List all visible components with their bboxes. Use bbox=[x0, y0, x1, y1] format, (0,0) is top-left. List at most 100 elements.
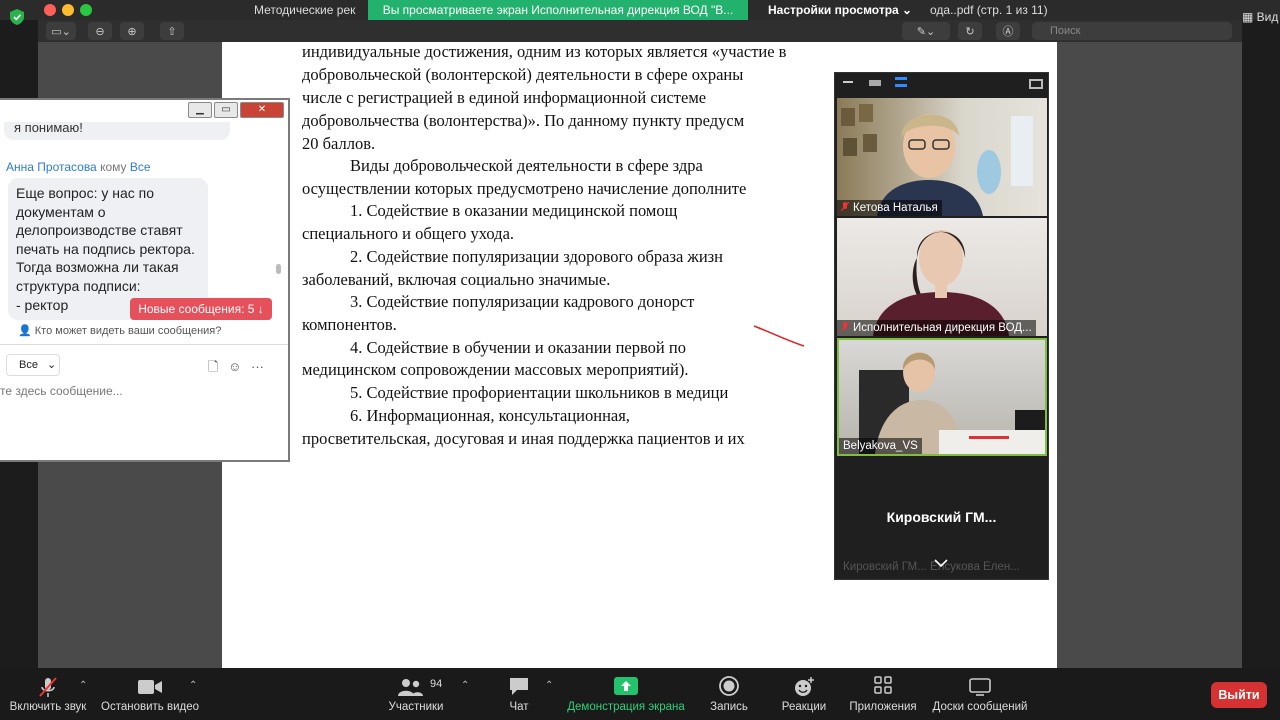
record-button[interactable]: Запись bbox=[706, 668, 752, 720]
participants-label: Участники bbox=[388, 701, 444, 713]
previous-message: я понимаю! bbox=[4, 122, 230, 140]
annotate-icon[interactable]: Ⓐ bbox=[996, 22, 1020, 40]
markup-pen-icon[interactable]: ✎⌄ bbox=[902, 22, 950, 40]
user-icon: 👤 bbox=[18, 325, 35, 337]
doc-line: числе с регистрацией в единой информацио… bbox=[302, 88, 707, 107]
participant-video bbox=[841, 104, 1033, 216]
participant-name: Belyakova_VS bbox=[843, 440, 918, 452]
video-panel: Кетова Наталья Исполнительная дирекция В… bbox=[834, 72, 1049, 580]
doc-line: 20 баллов. bbox=[302, 134, 376, 153]
share-screen-label: Демонстрация экрана bbox=[567, 701, 685, 713]
sidebar-toggle-icon[interactable]: ▭⌄ bbox=[46, 22, 76, 40]
search-input[interactable]: Поиск bbox=[1032, 22, 1232, 40]
participants-button[interactable]: Участники bbox=[384, 668, 448, 720]
chat-window-controls: ▁ ▭ ✕ bbox=[188, 102, 286, 120]
participants-icon bbox=[397, 679, 423, 696]
video-options-caret-icon[interactable]: ⌃ bbox=[189, 680, 197, 691]
doc-line: специального и общего ухода. bbox=[302, 224, 515, 243]
message-input[interactable]: те здесь сообщение... bbox=[0, 384, 123, 398]
doc-line: медицинском сопровождении массовых мероп… bbox=[302, 360, 689, 379]
mic-muted-icon bbox=[841, 202, 849, 212]
participant-name: Кетова Наталья bbox=[853, 202, 938, 214]
record-icon bbox=[719, 676, 739, 696]
sender-target[interactable]: Все bbox=[130, 160, 151, 174]
close-icon[interactable]: ✕ bbox=[240, 102, 284, 118]
doc-line: компонентов. bbox=[302, 315, 397, 334]
divider bbox=[0, 344, 288, 345]
chat-label: Чат bbox=[509, 701, 529, 713]
view-button[interactable]: ▦ Вид bbox=[1242, 10, 1278, 24]
share-doc-icon[interactable]: ⇧ bbox=[160, 22, 184, 40]
record-label: Запись bbox=[710, 701, 748, 713]
stop-video-button[interactable]: Остановить видео bbox=[100, 668, 200, 720]
recipient-select-value: Все bbox=[19, 359, 38, 371]
doc-line: Виды добровольческой деятельности в сфер… bbox=[350, 156, 703, 175]
single-view-icon[interactable] bbox=[869, 80, 881, 86]
chat-button[interactable]: Чат bbox=[500, 668, 538, 720]
emoji-icon[interactable]: ☺ bbox=[228, 359, 241, 374]
chat-window: ▁ ▭ ✕ я понимаю! Анна Протасова кому Все… bbox=[0, 98, 290, 462]
message-line: документам о bbox=[16, 203, 106, 220]
reactions-icon bbox=[795, 677, 814, 696]
video-tile[interactable]: Исполнительная дирекция ВОД... bbox=[837, 218, 1047, 336]
minimize-icon[interactable]: ▁ bbox=[188, 102, 212, 118]
share-screen-button[interactable]: Демонстрация экрана bbox=[566, 668, 686, 720]
annotation-stroke bbox=[753, 325, 805, 347]
meeting-controls-bar: Включить звук ⌃ Остановить видео ⌃ Участ… bbox=[0, 668, 1280, 720]
leave-meeting-button[interactable]: Выйти bbox=[1211, 682, 1267, 708]
close-window-icon[interactable] bbox=[44, 4, 56, 16]
expand-panel-icon[interactable] bbox=[1029, 79, 1043, 89]
view-options-button[interactable]: Настройки просмотра ⌄ bbox=[768, 0, 912, 20]
sender-name[interactable]: Анна Протасова bbox=[6, 160, 97, 174]
doc-line: 1. Содействие в оказании медицинской пом… bbox=[350, 201, 678, 220]
minimize-panel-icon[interactable] bbox=[843, 81, 853, 83]
participant-name: Исполнительная дирекция ВОД... bbox=[853, 322, 1032, 334]
new-messages-button[interactable]: Новые сообщения: 5 ↓ bbox=[130, 298, 272, 320]
minimize-window-icon[interactable] bbox=[62, 4, 74, 16]
message-line: печать на подпись ректора. bbox=[16, 240, 195, 257]
participant-label: Кетова Наталья bbox=[837, 200, 942, 216]
more-icon[interactable]: ··· bbox=[251, 359, 264, 374]
apps-icon bbox=[874, 676, 892, 694]
apps-button[interactable]: Приложения bbox=[848, 668, 918, 720]
zoom-in-icon[interactable]: ⊕ bbox=[120, 22, 144, 40]
gallery-view-icon[interactable] bbox=[895, 77, 907, 87]
audio-options-caret-icon[interactable]: ⌃ bbox=[79, 680, 87, 691]
share-screen-icon bbox=[614, 677, 638, 695]
video-tile-active-speaker[interactable]: Belyakova_VS bbox=[837, 338, 1047, 456]
chat-scrollbar[interactable] bbox=[276, 264, 281, 274]
participant-video bbox=[873, 230, 1009, 336]
whiteboard-icon bbox=[969, 678, 991, 696]
recipient-select[interactable]: Все ⌄ bbox=[6, 354, 60, 376]
restore-icon[interactable]: ▭ bbox=[214, 102, 238, 118]
participant-label: Исполнительная дирекция ВОД... bbox=[837, 320, 1036, 336]
who-can-see-link[interactable]: 👤 Кто может видеть ваши сообщения? bbox=[18, 324, 221, 337]
zoom-out-icon[interactable]: ⊖ bbox=[88, 22, 112, 40]
whiteboards-button[interactable]: Доски сообщений bbox=[932, 668, 1028, 720]
participants-caret-icon[interactable]: ⌃ bbox=[461, 680, 469, 691]
grid-icon: ▦ bbox=[1242, 10, 1257, 24]
rotate-icon[interactable]: ↻ bbox=[958, 22, 982, 40]
title-bar: Методические рек ода..pdf (стр. 1 из 11)… bbox=[0, 0, 1280, 24]
doc-line: просветительская, досуговая и иная подде… bbox=[302, 429, 745, 448]
security-shield-icon[interactable] bbox=[10, 9, 24, 25]
whiteboards-label: Доски сообщений bbox=[932, 701, 1028, 713]
maximize-window-icon[interactable] bbox=[80, 4, 92, 16]
reactions-button[interactable]: Реакции bbox=[780, 668, 828, 720]
doc-line: 5. Содействие профориентации школьников … bbox=[350, 383, 729, 402]
zoom-window: Методические рек ода..pdf (стр. 1 из 11)… bbox=[0, 0, 1280, 720]
chat-caret-icon[interactable]: ⌃ bbox=[545, 680, 553, 691]
doc-line: индивидуальные достижения, одним из кото… bbox=[302, 42, 787, 61]
doc-line: заболеваний, включая социально значимые. bbox=[302, 270, 611, 289]
video-tile[interactable]: Кетова Наталья bbox=[837, 98, 1047, 216]
doc-line: 3. Содействие популяризации кадрового до… bbox=[350, 292, 695, 311]
sender-to: кому bbox=[100, 160, 127, 174]
doc-line: добровольческой (волонтерской) деятельно… bbox=[302, 65, 744, 84]
message-line: Тогда возможна ли такая bbox=[16, 259, 179, 276]
doc-title-left: Методические рек bbox=[254, 3, 356, 17]
message-line: делопроизводстве ставят bbox=[16, 222, 183, 239]
file-icon[interactable]: 🗋 bbox=[208, 359, 218, 374]
unmute-button[interactable]: Включить звук bbox=[4, 668, 92, 720]
chevron-down-icon: ⌄ bbox=[47, 359, 57, 371]
chevron-down-icon[interactable] bbox=[934, 559, 948, 567]
